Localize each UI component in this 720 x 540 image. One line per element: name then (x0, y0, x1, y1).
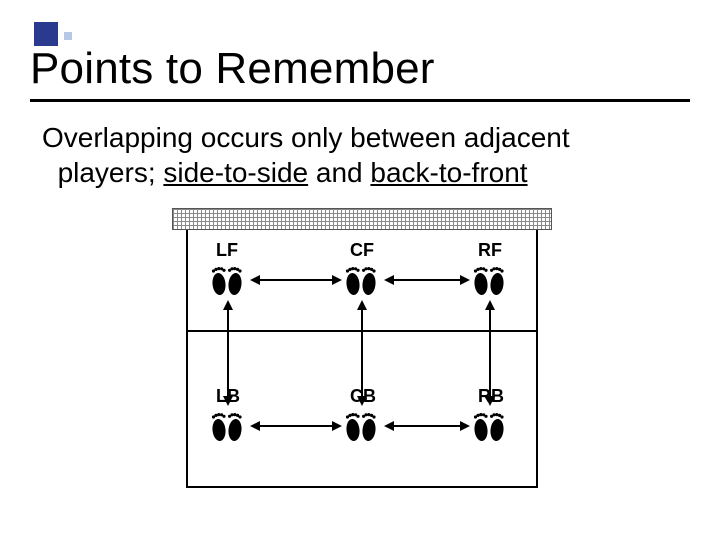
slide: Points to Remember Overlapping occurs on… (0, 0, 720, 540)
body-line-2-u1: side-to-side (163, 157, 308, 188)
body-line-1: Overlapping occurs only between adjacent (42, 122, 570, 153)
label-cf: CF (350, 240, 374, 261)
arrow-cf-cb (356, 300, 368, 406)
feet-icon (344, 262, 380, 298)
title-underline (30, 99, 690, 102)
arrow-cb-rb (384, 420, 470, 432)
slide-title: Points to Remember (30, 44, 435, 94)
feet-icon (472, 408, 508, 444)
label-lf: LF (216, 240, 238, 261)
body-text: Overlapping occurs only between adjacent… (42, 120, 678, 190)
player-rb: RB (472, 408, 508, 464)
accent-dot (64, 32, 72, 40)
body-line-2-u2: back-to-front (370, 157, 527, 188)
accent-square (34, 22, 58, 46)
feet-icon (210, 408, 246, 444)
arrow-cf-rf (384, 274, 470, 286)
body-line-2-mid: and (308, 157, 370, 188)
feet-icon (210, 262, 246, 298)
arrow-rf-rb (484, 300, 496, 406)
feet-icon (344, 408, 380, 444)
arrow-lf-lb (222, 300, 234, 406)
label-rf: RF (478, 240, 502, 261)
court-diagram: LF CF RF LB CB RB (172, 208, 552, 508)
arrow-lb-cb (250, 420, 342, 432)
player-lb: LB (210, 408, 246, 464)
feet-icon (472, 262, 508, 298)
body-line-2-pre: players; (58, 157, 164, 188)
arrow-lf-cf (250, 274, 342, 286)
volleyball-net (172, 208, 552, 230)
player-cb: CB (344, 408, 380, 464)
